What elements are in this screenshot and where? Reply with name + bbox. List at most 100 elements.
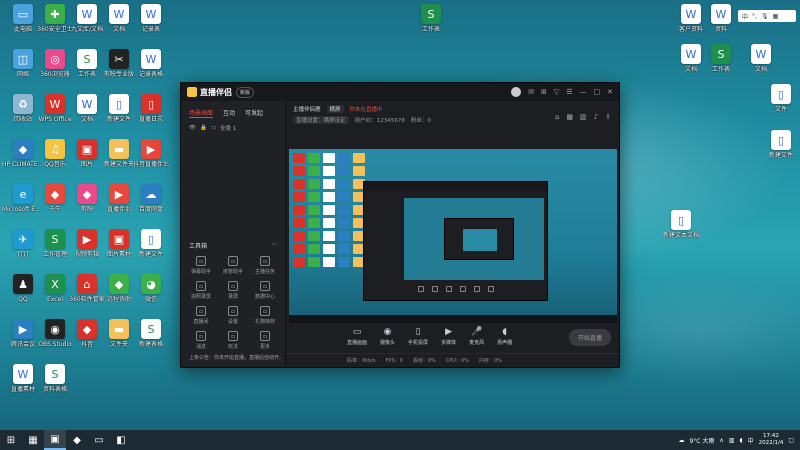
preview-icon bbox=[308, 192, 320, 202]
tool-message[interactable]: ▫ 消息 bbox=[185, 331, 217, 350]
preview-icon bbox=[308, 231, 320, 241]
desktop-icon[interactable]: ▯ 新建文件 bbox=[760, 130, 800, 159]
version-badge[interactable]: 新版 bbox=[236, 86, 255, 98]
desktop-icon[interactable]: ☁ 百度网盘 bbox=[130, 184, 172, 213]
bell-icon[interactable]: ♪ bbox=[594, 113, 598, 121]
tool-room[interactable]: ▫ 直播间 bbox=[185, 306, 217, 325]
desktop-icon[interactable]: S 新建表格 bbox=[130, 319, 172, 348]
notice-text: 上条公告：你未开始直播，直播后自动开。 bbox=[189, 355, 285, 361]
tab-initiate[interactable]: 可发起 bbox=[245, 108, 263, 118]
taskbar-app-icon[interactable]: ▣ bbox=[44, 430, 66, 450]
desktop-icon-label: 直播伴侣 bbox=[106, 206, 131, 213]
lock-icon[interactable]: 🔒 bbox=[200, 125, 207, 131]
ime-bar[interactable]: 中 °, 🎙 ▦ bbox=[738, 10, 796, 22]
visible-icon[interactable]: 👁 bbox=[189, 125, 196, 131]
doc-icon: W bbox=[77, 4, 97, 24]
maximize-icon[interactable]: □ bbox=[594, 88, 601, 96]
desktop-icon[interactable]: S 工作表 bbox=[700, 44, 742, 73]
ime-menu-icon: ▦ bbox=[772, 12, 779, 20]
task-icon: ▫ bbox=[260, 256, 270, 266]
tool-task[interactable]: ▫ 主播任务 bbox=[249, 256, 281, 275]
desktop-icon-label: QQ音乐 bbox=[44, 161, 66, 168]
grid-icon[interactable]: ▦ bbox=[566, 113, 573, 121]
tool-camera[interactable]: ▫ 拍照录屏 bbox=[185, 281, 217, 300]
chart-icon[interactable]: ▥ bbox=[580, 113, 587, 121]
obs-icon: ◉ bbox=[45, 319, 65, 339]
desktop-icon[interactable]: W 文档 bbox=[740, 44, 782, 73]
volume-icon[interactable]: ◖ bbox=[739, 437, 742, 444]
desktop-icon[interactable]: W 资料 bbox=[700, 4, 742, 33]
title-bar: 直播伴侣 新版 ✉ ⊞ ▽ ☰ — □ ✕ bbox=[181, 83, 619, 101]
desktop-icon[interactable]: ▶ 抖音直播伴侣 bbox=[130, 139, 172, 168]
doc-icon: W bbox=[681, 4, 701, 24]
folder-icon[interactable]: ▭ bbox=[88, 430, 110, 450]
tool-chat[interactable]: ▫ 弹幕助手 bbox=[185, 256, 217, 275]
settings-icon[interactable]: ☰ bbox=[566, 88, 572, 96]
live-companion-taskbar-icon[interactable]: ◆ bbox=[66, 430, 88, 450]
status-item: 码率：0kb/s bbox=[347, 358, 376, 364]
control-webcam[interactable]: ◉ 摄像头 bbox=[380, 328, 395, 347]
shield-icon: ✚ bbox=[45, 4, 65, 24]
desktop-icon[interactable]: ▯ 文件 bbox=[760, 84, 800, 113]
tool-settings[interactable]: ▫ 设置 bbox=[217, 306, 249, 325]
tool-more[interactable]: ▫ 更多 bbox=[249, 331, 281, 350]
tool-gift[interactable]: ▫ 礼物特效 bbox=[249, 306, 281, 325]
stream-preview[interactable] bbox=[289, 149, 617, 323]
control-screen[interactable]: ▭ 直播画面 bbox=[347, 328, 367, 347]
avatar[interactable] bbox=[511, 87, 522, 97]
mic-icon: 🎤 bbox=[470, 327, 483, 337]
control-media[interactable]: ▶ 多媒体 bbox=[441, 328, 456, 347]
stream-settings[interactable]: 直播设置：横屏设定 bbox=[293, 116, 349, 124]
ime-icon[interactable]: 中 bbox=[748, 436, 754, 445]
preview-icon bbox=[323, 166, 335, 176]
desktop-icon[interactable]: ▯ 新建文本文档 bbox=[660, 210, 702, 239]
home-icon[interactable]: ⌂ bbox=[555, 113, 559, 121]
desktop-icon[interactable]: W 记录表格 bbox=[130, 49, 172, 78]
scene-item[interactable]: 👁 🔒 ▭ 全景 1 bbox=[181, 122, 285, 134]
weather-text[interactable]: 9°C 大雨 bbox=[689, 436, 714, 445]
ime-mic-icon: 🎙 bbox=[760, 12, 769, 20]
tab-scene[interactable]: 场景画面 bbox=[189, 108, 214, 118]
message-icon[interactable]: ✉ bbox=[528, 88, 534, 96]
app-icon: ◆ bbox=[45, 184, 65, 204]
desktop-icon[interactable]: ▯ 新建文件 bbox=[130, 229, 172, 258]
minimize-icon[interactable]: — bbox=[580, 88, 587, 96]
preview-icon bbox=[293, 218, 305, 228]
tray-up-icon[interactable]: ∧ bbox=[719, 437, 723, 444]
tool-record[interactable]: ▫ 录屏 bbox=[217, 281, 249, 300]
control-mic[interactable]: 🎤 麦克风 bbox=[469, 327, 484, 347]
toolbox-more-icon[interactable]: ⋯ bbox=[271, 241, 277, 250]
orientation-tag[interactable]: 横屏 bbox=[326, 105, 344, 113]
desktop-icon-label: 网络 bbox=[16, 71, 29, 78]
gift-icon[interactable]: ⊞ bbox=[541, 88, 547, 96]
clock[interactable]: 17:42 2022/1/4 bbox=[759, 433, 784, 447]
desktop-icon[interactable]: ▯ 直播日志 bbox=[130, 94, 172, 123]
taskview-icon[interactable]: ▦ bbox=[22, 430, 44, 450]
shirt-icon[interactable]: ▽ bbox=[554, 88, 559, 96]
desktop-icon[interactable]: S 工作表 bbox=[410, 4, 452, 33]
tab-interact[interactable]: 互动 bbox=[223, 108, 235, 118]
control-speaker[interactable]: ◖ 扬声器 bbox=[497, 328, 512, 347]
taskbar-app2-icon[interactable]: ◧ bbox=[110, 430, 132, 450]
desktop-icon[interactable]: S 资料表格 bbox=[34, 364, 76, 393]
control-phone[interactable]: ▯ 手机投屏 bbox=[408, 328, 428, 347]
share-icon[interactable]: ⇪ bbox=[605, 113, 611, 121]
close-icon[interactable]: ✕ bbox=[607, 88, 613, 96]
preview-icon bbox=[338, 166, 350, 176]
tool-user[interactable]: ▫ 房管助手 bbox=[217, 256, 249, 275]
tool-game[interactable]: ▫ 玩法 bbox=[217, 331, 249, 350]
desktop-icon[interactable]: ◕ 微信 bbox=[130, 274, 172, 303]
desktop-icon[interactable]: W 记录表 bbox=[130, 4, 172, 33]
network-icon: ◫ bbox=[13, 49, 33, 69]
start-menu-icon[interactable]: ⊞ bbox=[0, 430, 22, 450]
desktop-icon-label: 图片素材 bbox=[106, 251, 131, 258]
desktop-icon-label: 视频剪辑 bbox=[74, 251, 99, 258]
preview-icon bbox=[338, 244, 350, 254]
desktop-icon-label: 工作表 bbox=[711, 66, 730, 73]
tool-chart[interactable]: ▫ 数据中心 bbox=[249, 281, 281, 300]
start-live-button[interactable]: 开始直播 bbox=[568, 328, 611, 346]
notification-icon[interactable]: ▢ bbox=[788, 437, 794, 444]
sheet-icon: S bbox=[45, 364, 65, 384]
weather-icon[interactable]: ☁ bbox=[678, 437, 684, 444]
network-icon[interactable]: ▥ bbox=[729, 437, 735, 444]
